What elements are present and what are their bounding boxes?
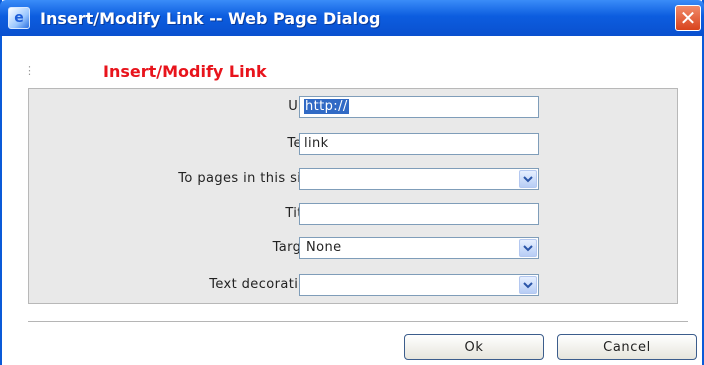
window-title: Insert/Modify Link -- Web Page Dialog xyxy=(40,8,381,28)
title-input[interactable] xyxy=(299,203,539,225)
dialog-window: e Insert/Modify Link -- Web Page Dialog … xyxy=(0,0,704,365)
target-select[interactable]: None xyxy=(299,237,539,259)
pages-row: To pages in this site: xyxy=(29,168,677,192)
divider xyxy=(28,321,688,322)
url-row: URL: http:// xyxy=(29,96,677,120)
dialog-heading: Insert/Modify Link xyxy=(103,62,267,81)
decoration-select[interactable] xyxy=(299,274,539,296)
ok-button[interactable]: Ok xyxy=(404,334,544,360)
chevron-down-icon[interactable] xyxy=(519,170,537,188)
cancel-button[interactable]: Cancel xyxy=(557,334,697,360)
title-bar[interactable]: e Insert/Modify Link -- Web Page Dialog … xyxy=(0,0,704,36)
text-input[interactable]: link xyxy=(299,133,539,155)
pages-select[interactable] xyxy=(299,168,539,190)
url-input[interactable]: http:// xyxy=(299,96,539,118)
target-select-value: None xyxy=(306,240,342,255)
url-input-value: http:// xyxy=(304,99,349,114)
title-row: Title: xyxy=(29,203,677,227)
text-row: Text: link xyxy=(29,133,677,157)
decoration-row: Text decoration: xyxy=(29,274,677,298)
chevron-down-icon[interactable] xyxy=(519,276,537,294)
ie-app-icon: e xyxy=(8,7,30,29)
link-form-panel: URL: http:// Text: link To pages in this… xyxy=(28,88,678,304)
close-icon: ✕ xyxy=(679,6,697,30)
drag-handle-icon: ⋮ xyxy=(24,64,35,77)
target-row: Target: None xyxy=(29,237,677,261)
chevron-down-icon[interactable] xyxy=(519,239,537,257)
close-button[interactable]: ✕ xyxy=(675,5,701,31)
